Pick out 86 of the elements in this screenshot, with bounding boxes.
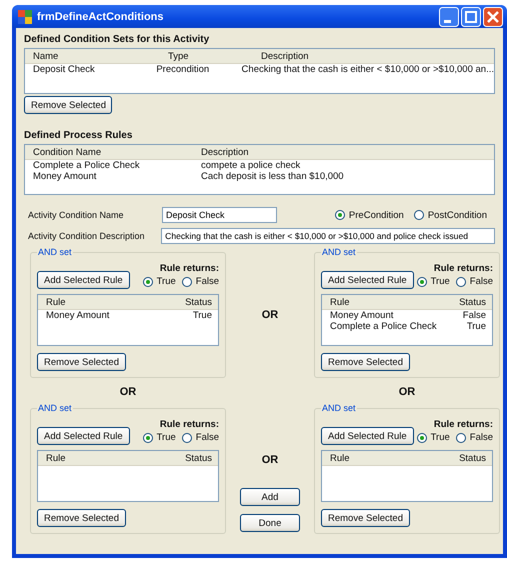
table-cell-text: Complete a Police Check <box>329 321 438 332</box>
remove-selected-button[interactable]: Remove Selected <box>24 96 112 114</box>
remove-selected-button[interactable]: Remove Selected <box>321 353 410 371</box>
table-cell-text: True <box>466 321 487 332</box>
radio-button[interactable] <box>142 276 153 286</box>
column-header[interactable]: Rule <box>322 452 452 464</box>
condition-sets-list[interactable]: Name Type Description Deposit Check Precondition Checking that the cash is either < $10,000 or >$10,000 an... <box>24 48 495 94</box>
table-cell-text: Complete a Police Check <box>32 160 141 171</box>
radio-button[interactable] <box>456 432 466 442</box>
radio-label: False <box>470 276 493 287</box>
maximize-icon[interactable] <box>461 6 481 26</box>
radio-button[interactable] <box>142 432 153 442</box>
radio-label: PostCondition <box>428 210 487 220</box>
or-label: OR <box>398 386 416 398</box>
minimize-icon[interactable] <box>439 6 459 26</box>
column-header[interactable]: Status <box>451 452 492 464</box>
column-header[interactable]: Rule <box>38 452 178 464</box>
group-legend: AND set <box>37 247 73 257</box>
input-field[interactable]: Deposit Check <box>162 207 277 223</box>
close-icon[interactable] <box>483 6 503 26</box>
add-rule-button[interactable]: Add Selected Rule <box>321 427 414 445</box>
radio-label: True <box>430 432 450 443</box>
column-header[interactable]: Status <box>177 452 218 464</box>
dialog-button[interactable]: Add <box>240 488 300 506</box>
rule-returns-label: Rule returns: <box>434 263 493 274</box>
radio-button[interactable] <box>414 210 424 220</box>
table-cell-text: False <box>462 310 487 321</box>
radio-button[interactable] <box>182 276 192 286</box>
column-header[interactable]: Rule <box>322 296 452 308</box>
field-label: Activity Condition Name <box>28 210 125 220</box>
rule-list[interactable]: Rule Status Money Amount False Complete a Police Check True <box>321 294 493 346</box>
remove-selected-button[interactable]: Remove Selected <box>37 509 126 527</box>
column-header[interactable]: Description <box>253 50 494 62</box>
radio-label: True <box>430 276 450 287</box>
radio-label: False <box>196 432 219 443</box>
remove-selected-button[interactable]: Remove Selected <box>321 509 410 527</box>
remove-selected-button[interactable]: Remove Selected <box>37 353 126 371</box>
table-cell-text: True <box>192 310 213 321</box>
rule-returns-label: Rule returns: <box>160 419 219 430</box>
or-label: OR <box>262 454 278 466</box>
column-header[interactable]: Condition Name <box>25 146 193 158</box>
rule-returns-label: Rule returns: <box>160 263 219 274</box>
section-heading: Defined Condition Sets for this Activity <box>24 34 210 45</box>
column-header[interactable]: Status <box>177 296 218 308</box>
add-rule-button[interactable]: Add Selected Rule <box>37 271 130 289</box>
column-header[interactable]: Status <box>451 296 492 308</box>
process-rules-list[interactable]: Condition Name Description Complete a Police Check compete a police check Money Amount Cach deposit is less than $10,000 <box>24 144 495 195</box>
column-header[interactable]: Rule <box>38 296 178 308</box>
column-header[interactable]: Type <box>160 50 253 62</box>
group-legend: AND set <box>321 247 357 257</box>
radio-button[interactable] <box>182 432 192 442</box>
radio-label: False <box>470 432 493 443</box>
rule-list[interactable]: Rule Status <box>37 450 219 502</box>
radio-label: False <box>196 276 219 287</box>
add-rule-button[interactable]: Add Selected Rule <box>37 427 130 445</box>
rule-list[interactable]: Rule Status Money Amount True <box>37 294 219 346</box>
column-header[interactable]: Name <box>25 50 160 62</box>
radio-label: True <box>156 432 176 443</box>
table-cell-text: Money Amount <box>32 171 98 182</box>
radio-button[interactable] <box>334 210 345 220</box>
column-header[interactable]: Description <box>193 146 494 158</box>
table-cell-text: Money Amount <box>45 310 110 321</box>
radio-label: True <box>156 276 176 287</box>
table-cell-text: compete a police check <box>200 160 302 171</box>
input-field[interactable]: Checking that the cash is either < $10,000 or >$10,000 and police check issued <box>161 228 495 244</box>
table-cell-text: Precondition <box>155 64 210 75</box>
table-cell-text: Checking that the cash is either < $10,000 or >$10,000 an... <box>240 64 494 75</box>
add-rule-button[interactable]: Add Selected Rule <box>321 271 414 289</box>
group-legend: AND set <box>37 403 73 413</box>
or-label: OR <box>120 386 136 398</box>
window-title: frmDefineActConditions <box>37 10 164 22</box>
rule-returns-label: Rule returns: <box>434 419 493 430</box>
radio-button[interactable] <box>456 276 466 286</box>
field-label: Activity Condition Description <box>28 231 146 241</box>
radio-button[interactable] <box>416 432 427 442</box>
table-cell-text: Deposit Check <box>32 64 96 75</box>
table-cell-text: Cach deposit is less than $10,000 <box>200 171 345 182</box>
or-label: OR <box>262 309 278 321</box>
radio-button[interactable] <box>416 276 427 286</box>
dialog-button[interactable]: Done <box>240 514 300 532</box>
table-cell-text: Money Amount <box>329 310 394 321</box>
rule-list[interactable]: Rule Status <box>321 450 493 502</box>
radio-label: PreCondition <box>348 210 404 220</box>
app-icon <box>18 10 32 24</box>
section-heading: Defined Process Rules <box>24 130 134 141</box>
group-legend: AND set <box>321 403 357 413</box>
